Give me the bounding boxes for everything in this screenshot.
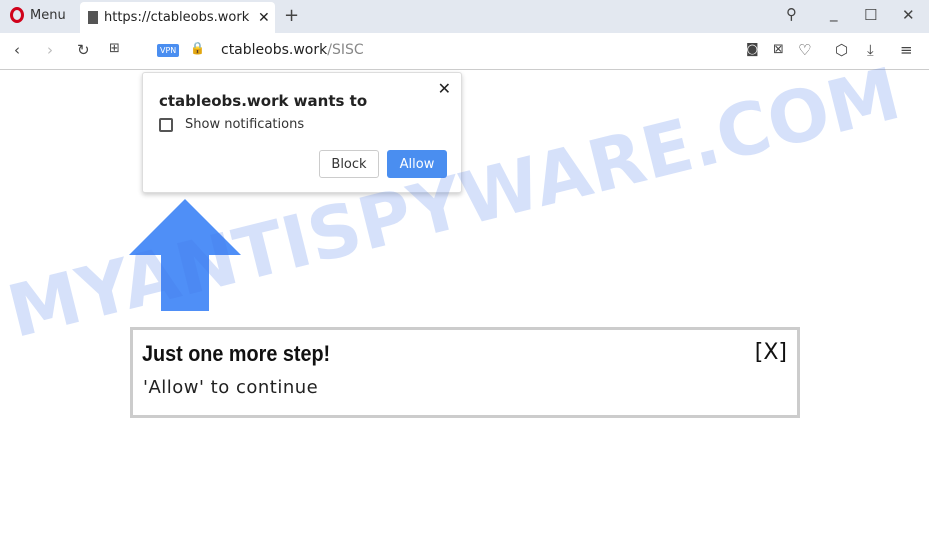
close-tab-icon[interactable]: ✕ [258,10,270,26]
lock-icon[interactable]: 🔒 [190,41,205,55]
search-icon[interactable]: ⚲ [786,5,797,23]
browser-tab[interactable]: https://ctableobs.work ✕ [80,2,275,33]
tab-title: https://ctableobs.work [104,10,250,25]
notification-icon [159,117,173,132]
opera-logo-icon [10,7,24,23]
url-path: /SISC [327,42,364,58]
adblock-icon[interactable]: ⊠ [773,42,784,57]
heart-icon[interactable]: ♡ [798,41,811,59]
url-field[interactable]: ctableobs.work/SISC [221,42,364,58]
popup-title: ctableobs.work wants to [159,92,368,110]
message-close-button[interactable]: [X] [755,340,787,365]
permission-label: Show notifications [185,117,305,132]
new-tab-icon[interactable]: + [284,5,299,26]
close-window-icon[interactable]: ✕ [902,6,915,24]
back-icon[interactable]: ‹ [14,41,20,59]
message-heading: Just one more step! [142,341,331,366]
download-icon[interactable]: ⤓ [867,41,874,59]
notification-permission-popup: ctableobs.work wants to ✕ Show notificat… [142,72,462,193]
message-box: Just one more step! [X] 'Allow' to conti… [130,327,800,418]
maximize-icon[interactable]: ☐ [864,6,877,24]
reload-icon[interactable]: ↻ [77,41,90,59]
vpn-badge[interactable]: VPN [157,44,180,57]
message-text: 'Allow' to continue [143,377,319,398]
close-icon[interactable]: ✕ [438,79,451,98]
camera-icon[interactable]: ◙ [746,42,759,57]
speed-dial-icon[interactable]: ⊞ [109,41,120,56]
url-host: ctableobs.work [221,42,328,58]
settings-sliders-icon[interactable]: ≡ [900,41,913,59]
address-bar: ‹ › ↻ ⊞ VPN 🔒 ctableobs.work/SISC ◙ ⊠ ♡ … [0,33,929,70]
tab-bar: Menu https://ctableobs.work ✕ + ⚲ _ ☐ ✕ [0,0,929,33]
document-icon [88,11,98,24]
cube-icon[interactable]: ⬡ [835,41,848,59]
up-arrow-icon [129,199,241,311]
menu-label: Menu [30,7,66,23]
forward-icon[interactable]: › [47,41,53,59]
allow-button[interactable]: Allow [387,150,447,178]
minimize-icon[interactable]: _ [830,4,838,22]
opera-menu-button[interactable]: Menu [10,7,66,23]
block-button[interactable]: Block [319,150,379,178]
